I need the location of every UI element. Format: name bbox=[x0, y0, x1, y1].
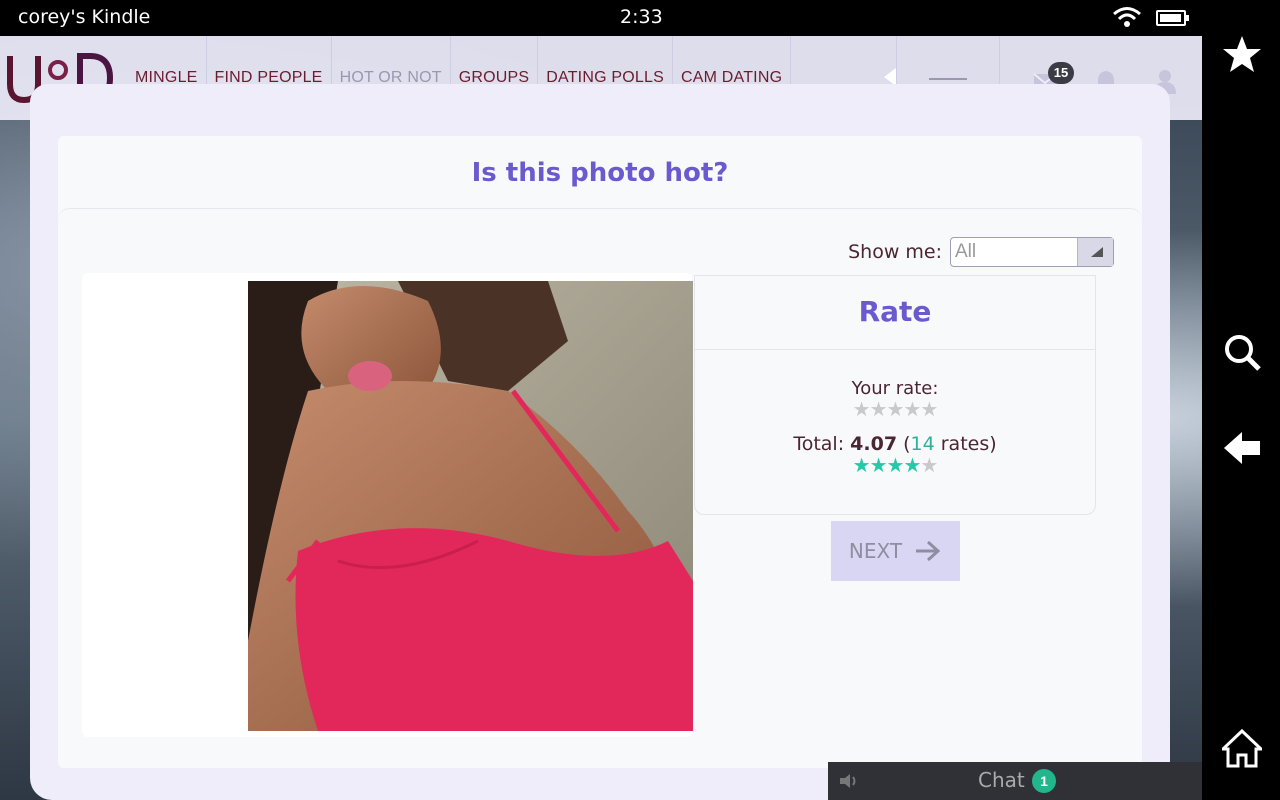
kindle-side-bar bbox=[1202, 36, 1280, 800]
your-rate-star-icon[interactable]: ★ bbox=[903, 399, 921, 421]
chat-label: Chat bbox=[978, 768, 1025, 792]
total-value: 4.07 bbox=[850, 433, 898, 455]
chat-bar[interactable]: Chat 1 bbox=[828, 762, 1202, 800]
your-rate-star-icon[interactable]: ★ bbox=[920, 399, 938, 421]
browser-viewport: MINGLE FIND PEOPLE HOT OR NOT GROUPS DAT… bbox=[0, 36, 1202, 800]
clock: 2:33 bbox=[620, 6, 663, 28]
next-label: NEXT bbox=[848, 539, 903, 563]
profile-photo[interactable] bbox=[248, 281, 693, 731]
arrow-right-icon bbox=[916, 540, 941, 562]
content-card: Is this photo hot? Show me: All Rate You… bbox=[30, 84, 1170, 800]
show-me-label: Show me: bbox=[848, 241, 942, 263]
rate-box: Rate Your rate: ★★★★★ Total: 4.07 (14 ra… bbox=[694, 275, 1096, 515]
your-rate-label: Your rate: bbox=[851, 378, 939, 399]
rates-label: rates bbox=[940, 433, 990, 455]
photo-frame bbox=[82, 273, 693, 737]
total-rating: Total: 4.07 (14 rates) bbox=[793, 433, 997, 455]
rate-heading: Rate bbox=[695, 276, 1095, 350]
total-rating-star-icon: ★ bbox=[920, 455, 938, 477]
back-arrow-icon[interactable] bbox=[1222, 428, 1262, 468]
show-me-select[interactable]: All bbox=[950, 237, 1114, 267]
messages-badge: 15 bbox=[1048, 62, 1074, 84]
hot-or-not-panel: Is this photo hot? Show me: All Rate You… bbox=[58, 136, 1142, 768]
total-rating-star-icon: ★ bbox=[852, 455, 871, 477]
device-name: corey's Kindle bbox=[18, 6, 151, 28]
total-rating-stars: ★★★★★ bbox=[695, 455, 1095, 477]
page-title: Is this photo hot? bbox=[471, 158, 729, 188]
total-rating-star-icon: ★ bbox=[886, 455, 905, 477]
search-icon[interactable] bbox=[1222, 332, 1262, 372]
total-rating-star-icon: ★ bbox=[869, 455, 888, 477]
dropdown-arrow-icon bbox=[1077, 238, 1113, 266]
home-icon[interactable] bbox=[1219, 728, 1265, 768]
your-rate-star-icon[interactable]: ★ bbox=[887, 399, 905, 421]
show-me-filter: Show me: All bbox=[848, 237, 1114, 267]
chat-count-badge: 1 bbox=[1032, 769, 1056, 793]
device-status-bar: corey's Kindle 2:33 bbox=[0, 0, 1280, 36]
wifi-icon bbox=[1113, 7, 1141, 27]
rating-area: Show me: All Rate Your rate: ★★★★★ Total… bbox=[58, 208, 1142, 768]
total-rating-star-icon: ★ bbox=[903, 455, 921, 477]
your-rate-stars[interactable]: ★★★★★ bbox=[695, 399, 1095, 421]
speaker-icon[interactable] bbox=[838, 772, 860, 790]
next-button[interactable]: NEXT bbox=[831, 521, 960, 581]
total-label: Total: bbox=[793, 433, 845, 455]
battery-icon bbox=[1156, 10, 1189, 26]
your-rate-star-icon[interactable]: ★ bbox=[853, 399, 871, 421]
rates-count: 14 bbox=[910, 433, 935, 455]
favorites-star-icon[interactable] bbox=[1222, 34, 1262, 74]
your-rate-star-icon[interactable]: ★ bbox=[870, 399, 888, 421]
show-me-value: All bbox=[955, 241, 977, 262]
